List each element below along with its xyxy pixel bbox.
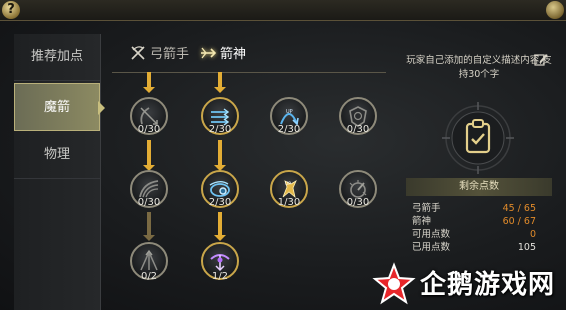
- clipboard-emblem-icon: [442, 102, 514, 174]
- prereq-arrow: [214, 212, 226, 241]
- points-row: 弓箭手 45 / 65: [412, 202, 536, 215]
- window-top-border: ?: [0, 0, 566, 21]
- custom-description: 玩家自己添加的自定义描述内容,支持30个字: [406, 55, 552, 80]
- svg-text:UP: UP: [285, 181, 291, 187]
- remaining-points-header: 剩余点数: [406, 178, 552, 196]
- sidebar-item-recommended[interactable]: 推荐加点: [14, 34, 100, 81]
- prereq-arrow: [143, 72, 155, 93]
- points-row: 箭神 60 / 67: [412, 215, 536, 228]
- points-label: 已用点数: [412, 242, 451, 253]
- points-row: 已用点数 105: [412, 241, 536, 254]
- skill-level: 0/30: [137, 124, 161, 135]
- prereq-arrow: [214, 140, 226, 171]
- sidebar: 推荐加点 魔箭 物理: [14, 34, 105, 310]
- sidebar-item-magic-arrow[interactable]: 魔箭: [14, 83, 105, 131]
- points-value: 45 / 65: [502, 203, 536, 214]
- skill-level: 2/30: [208, 124, 232, 135]
- points-label: 弓箭手: [412, 203, 441, 214]
- tab-archer[interactable]: 弓箭手: [130, 44, 189, 66]
- purple-winged-bow-icon: [210, 254, 230, 272]
- crossed-bows-icon: [131, 46, 145, 60]
- sidebar-item-label: 魔箭: [43, 100, 70, 115]
- points-row: 可用点数 0: [412, 228, 536, 241]
- points-label: 箭神: [412, 216, 432, 227]
- skill-window: ? 推荐加点 魔箭 物理 弓箭手 箭神 0/30 2/30 UP 2/30 0/…: [0, 0, 566, 310]
- points-value: 105: [517, 242, 536, 253]
- prereq-arrow: [143, 140, 155, 171]
- help-button[interactable]: ?: [2, 1, 20, 19]
- skill-level: 1/30: [277, 197, 301, 208]
- sidebar-item-label: 推荐加点: [30, 49, 83, 64]
- skill-level: 1/2: [211, 271, 229, 282]
- close-button[interactable]: [546, 1, 564, 19]
- points-value: 60 / 67: [502, 216, 536, 227]
- tab-arrow-god[interactable]: 箭神: [200, 44, 246, 66]
- tab-label: 箭神: [220, 47, 247, 62]
- edit-icon[interactable]: [534, 52, 548, 66]
- points-value: 0: [529, 229, 536, 240]
- svg-text:UP: UP: [286, 109, 293, 115]
- watermark: 企鹅游戏网: [372, 262, 562, 306]
- sidebar-item-physical[interactable]: 物理: [14, 132, 100, 179]
- skill-level: 0/30: [137, 197, 161, 208]
- class-tabs: 弓箭手 箭神: [112, 40, 386, 73]
- skill-level: 0/30: [346, 197, 370, 208]
- skill-level: 2/30: [277, 124, 301, 135]
- watermark-text: 企鹅游戏网: [420, 270, 556, 300]
- arrow-fan-icon: [140, 249, 158, 271]
- sidebar-item-label: 物理: [43, 147, 70, 162]
- winged-arrow-icon: [201, 47, 216, 59]
- active-indicator-icon: [98, 101, 105, 115]
- skill-level: 2/30: [208, 197, 232, 208]
- skill-level: 0/30: [346, 124, 370, 135]
- penguin-star-logo-icon: [372, 262, 416, 305]
- skill-level: 0/2: [140, 271, 158, 282]
- tab-label: 弓箭手: [150, 47, 190, 62]
- prereq-arrow: [143, 212, 155, 241]
- prereq-arrow: [214, 72, 226, 93]
- points-label: 可用点数: [412, 229, 451, 240]
